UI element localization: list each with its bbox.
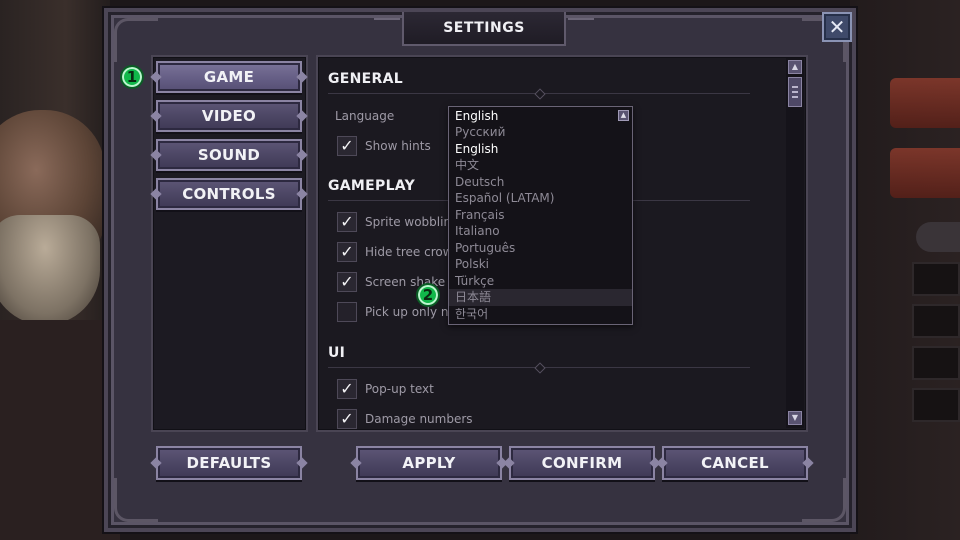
hide-tree-crowns-label: Hide tree crow xyxy=(365,245,453,259)
tab-controls[interactable]: CONTROLS xyxy=(156,178,302,210)
language-option[interactable]: Русский xyxy=(449,124,632,141)
background-menu-slot xyxy=(912,262,960,296)
dialog-title: SETTINGS xyxy=(374,12,594,46)
show-hints-checkbox[interactable]: ✓ xyxy=(337,136,357,156)
annotation-marker-1: 1 xyxy=(120,65,144,89)
language-option[interactable]: 日本語 xyxy=(449,289,632,306)
sprite-wobble-checkbox[interactable]: ✓ xyxy=(337,212,357,232)
background-menu-slot xyxy=(912,388,960,422)
section-divider xyxy=(328,367,750,368)
language-option[interactable]: 中文 xyxy=(449,157,632,174)
background-badge xyxy=(916,222,960,252)
scroll-down-button[interactable]: ▼ xyxy=(788,411,802,425)
language-option[interactable]: Türkçe xyxy=(449,273,632,290)
section-title-gameplay: GAMEPLAY xyxy=(328,178,416,194)
damage-numbers-checkbox[interactable]: ✓ xyxy=(337,409,357,429)
confirm-button[interactable]: CONFIRM xyxy=(509,446,655,480)
language-option[interactable]: Português xyxy=(449,240,632,257)
language-option[interactable]: Italiano xyxy=(449,223,632,240)
language-option[interactable]: Español (LATAM) xyxy=(449,190,632,207)
chevron-up-icon: ▲ xyxy=(620,111,627,119)
defaults-button[interactable]: DEFAULTS xyxy=(156,446,302,480)
section-divider xyxy=(328,93,750,94)
tab-sound[interactable]: SOUND xyxy=(156,139,302,171)
scroll-thumb[interactable] xyxy=(788,77,802,107)
background-menu-slot xyxy=(912,304,960,338)
tab-video[interactable]: VIDEO xyxy=(156,100,302,132)
dropdown-toggle-button[interactable]: ▲ xyxy=(618,110,629,121)
apply-button[interactable]: APPLY xyxy=(356,446,502,480)
tab-game[interactable]: GAME xyxy=(156,61,302,93)
background-menu-slot xyxy=(912,346,960,380)
language-label: Language xyxy=(335,109,395,123)
language-option[interactable]: Polski xyxy=(449,256,632,273)
hide-tree-crowns-checkbox[interactable]: ✓ xyxy=(337,242,357,262)
section-title-general: GENERAL xyxy=(328,71,403,87)
damage-numbers-label: Damage numbers xyxy=(365,412,473,426)
cancel-button[interactable]: CANCEL xyxy=(662,446,808,480)
language-option[interactable]: Français xyxy=(449,207,632,224)
section-title-ui: UI xyxy=(328,345,346,361)
frame-ornament xyxy=(802,478,846,522)
background-character-body xyxy=(0,320,120,540)
annotation-marker-2: 2 xyxy=(416,283,440,307)
language-option[interactable]: English xyxy=(449,141,632,158)
checkmark-icon: ✓ xyxy=(340,379,354,398)
close-button[interactable]: ✕ xyxy=(822,12,852,42)
pick-up-only-label: Pick up only ni xyxy=(365,305,452,319)
checkmark-icon: ✓ xyxy=(340,242,354,261)
pick-up-only-checkbox[interactable] xyxy=(337,302,357,322)
popup-text-label: Pop-up text xyxy=(365,382,434,396)
language-option[interactable]: Deutsch xyxy=(449,174,632,191)
background-logo xyxy=(890,148,960,198)
background-logo xyxy=(890,78,960,128)
popup-text-checkbox[interactable]: ✓ xyxy=(337,379,357,399)
language-options-list: Русский English 中文 Deutsch Español (LATA… xyxy=(449,124,632,322)
show-hints-label: Show hints xyxy=(365,139,431,153)
content-scrollbar[interactable] xyxy=(786,58,804,428)
sprite-wobble-label: Sprite wobblin xyxy=(365,215,452,229)
frame-ornament xyxy=(114,478,158,522)
scroll-up-button[interactable]: ▲ xyxy=(788,60,802,74)
screen-shake-checkbox[interactable]: ✓ xyxy=(337,272,357,292)
language-option[interactable]: 한국어 xyxy=(449,306,632,323)
language-dropdown[interactable]: English ▲ Русский English 中文 Deutsch Esp… xyxy=(448,106,633,325)
close-icon: ✕ xyxy=(828,15,846,39)
checkmark-icon: ✓ xyxy=(340,272,354,291)
checkmark-icon: ✓ xyxy=(340,136,354,155)
arrow-down-icon: ▼ xyxy=(791,413,799,422)
checkmark-icon: ✓ xyxy=(340,409,354,428)
language-selected-value: English xyxy=(455,109,499,123)
checkmark-icon: ✓ xyxy=(340,212,354,231)
arrow-up-icon: ▲ xyxy=(791,62,799,71)
